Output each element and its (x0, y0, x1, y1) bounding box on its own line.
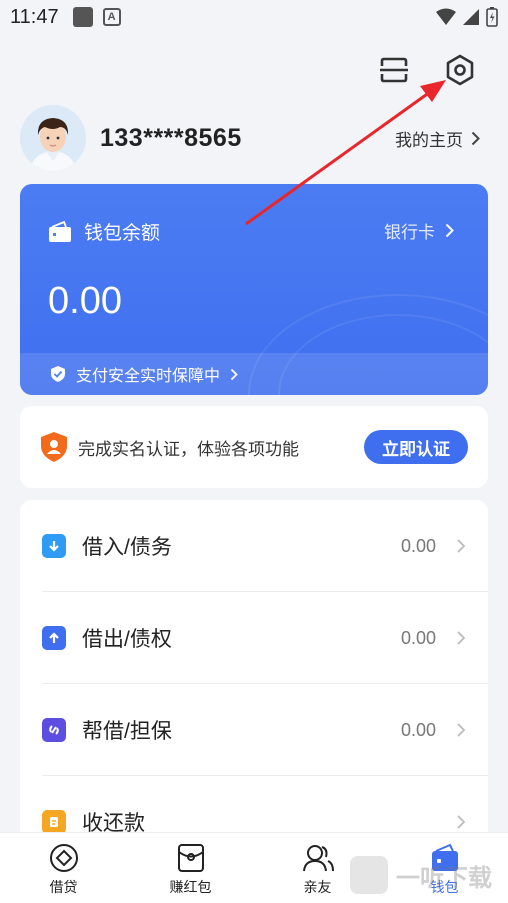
chevron-right-icon (457, 815, 466, 829)
tab-earn-red-packet[interactable]: 赚红包 (127, 833, 254, 903)
phone-number: 133****8565 (100, 123, 242, 152)
avatar-image (20, 105, 86, 171)
tab-loan[interactable]: 借贷 (0, 833, 127, 903)
chevron-right-icon (457, 631, 466, 645)
chevron-right-icon (445, 223, 454, 238)
debt-list-card: 借入/债务 0.00 借出/债权 0.00 帮借/担保 0.00 收还款 (20, 500, 488, 860)
verify-prompt-text: 完成实名认证，体验各项功能 (78, 439, 299, 459)
arrow-down-icon (42, 534, 66, 558)
real-name-verify-card: 完成实名认证，体验各项功能 立即认证 (20, 406, 488, 488)
list-item-value: 0.00 (400, 535, 436, 556)
list-item-value: 0.00 (400, 719, 436, 740)
status-indicators (436, 7, 498, 27)
list-item-lent-credit[interactable]: 借出/债权 0.00 (20, 592, 488, 684)
shield-person-icon (41, 432, 67, 462)
arrow-up-icon (42, 626, 66, 650)
wallet-balance-card[interactable]: 钱包余额 银行卡 0.00 支付安全实时保障中 (20, 184, 488, 395)
document-icon (42, 810, 66, 834)
friends-icon (302, 845, 334, 872)
notification-icon (72, 7, 93, 27)
bank-card-link[interactable]: 银行卡 (384, 218, 454, 243)
settings-button[interactable] (442, 52, 478, 88)
chevron-right-icon (457, 539, 466, 553)
verify-now-button[interactable]: 立即认证 (364, 430, 468, 464)
watermark: 一听下载 (350, 856, 492, 894)
security-guarantee-bar[interactable]: 支付安全实时保障中 (20, 353, 488, 395)
list-item-label: 借入/债务 (82, 536, 172, 559)
avatar[interactable] (20, 105, 86, 171)
tab-label: 赚红包 (169, 879, 212, 895)
list-item-borrowed-debt[interactable]: 借入/债务 0.00 (20, 500, 488, 592)
wallet-icon (49, 220, 71, 242)
security-guarantee-text: 支付安全实时保障中 (76, 368, 221, 385)
tab-label: 借贷 (49, 879, 78, 895)
list-item-value: 0.00 (400, 627, 436, 648)
list-item-label: 帮借/担保 (82, 720, 172, 743)
wallet-balance-amount: 0.00 (48, 280, 122, 322)
wifi-icon (436, 8, 456, 25)
tab-label: 亲友 (303, 879, 332, 895)
list-item-guarantee[interactable]: 帮借/担保 0.00 (20, 684, 488, 776)
chevron-right-icon (471, 131, 480, 145)
watermark-logo-icon (350, 856, 388, 894)
signal-icon (463, 9, 479, 25)
my-homepage-link[interactable]: 我的主页 (395, 126, 488, 151)
list-item-label: 借出/债权 (82, 628, 172, 651)
watermark-text: 一听下载 (396, 864, 492, 892)
settings-icon (446, 54, 474, 86)
wallet-balance-title: 钱包余额 (84, 223, 161, 244)
scan-button[interactable] (376, 52, 412, 88)
chevron-right-icon (230, 368, 238, 380)
link-icon (42, 718, 66, 742)
scan-icon (380, 57, 408, 83)
profile-row: 133****8565 我的主页 (20, 104, 488, 172)
bank-card-label: 银行卡 (384, 223, 435, 242)
letter-a-icon: A (102, 8, 121, 26)
chevron-right-icon (457, 723, 466, 737)
red-packet-icon (177, 844, 204, 872)
shield-check-icon (51, 366, 65, 382)
my-homepage-label: 我的主页 (395, 130, 463, 150)
status-bar: 11:47 A (0, 0, 508, 34)
status-time: 11:47 (10, 5, 59, 28)
top-toolbar (376, 52, 478, 88)
wallet-balance-header: 钱包余额 (48, 218, 160, 245)
battery-icon (486, 7, 498, 27)
diamond-icon (49, 844, 78, 872)
